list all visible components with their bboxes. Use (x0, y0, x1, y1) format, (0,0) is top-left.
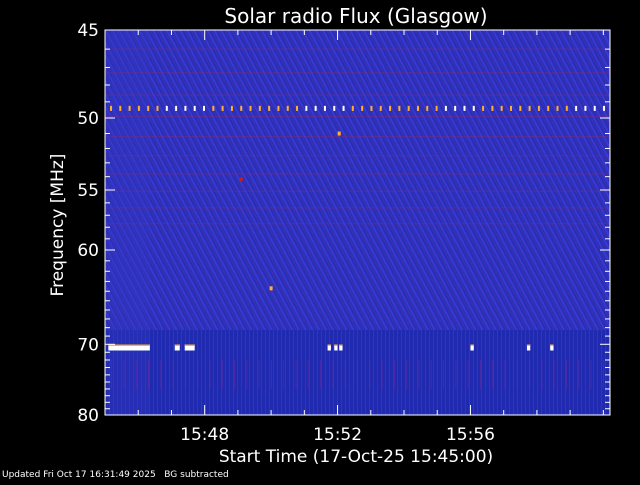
interference-dot (537, 105, 540, 111)
y-tick-label: 50 (77, 109, 99, 129)
emission-hotspot (269, 286, 273, 291)
y-tick-label: 80 (77, 406, 99, 426)
interference-dot (240, 105, 243, 111)
interference-dot (342, 105, 345, 111)
spectrogram-chart: 45 50 55 60 70 80 15:48 15:52 15:56 Solar radio … (48, 4, 611, 467)
interference-dot (482, 105, 485, 111)
interference-burst-edge (334, 344, 338, 346)
interference-dot (323, 105, 326, 111)
interference-dot (472, 105, 475, 111)
interference-dot (463, 105, 466, 111)
interference-dot (500, 105, 503, 111)
y-tick-label: 45 (77, 21, 99, 41)
interference-dot (333, 105, 336, 111)
interference-dot (147, 105, 150, 111)
interference-dot (519, 105, 522, 111)
emission-hotspot (337, 131, 341, 136)
y-tick-label: 55 (77, 181, 99, 201)
interference-burst-edge (174, 344, 180, 346)
interference-dot (212, 105, 215, 111)
interference-dot (351, 105, 354, 111)
update-timestamp: Updated Fri Oct 17 16:31:49 2025 (2, 470, 156, 480)
interference-burst-edge (339, 344, 343, 346)
interference-dot (286, 105, 289, 111)
interference-dot (454, 105, 457, 111)
interference-dot (416, 105, 419, 111)
interference-dot (426, 105, 429, 111)
footer: Updated Fri Oct 17 16:31:49 2025 BG subt… (2, 470, 229, 480)
spectrogram-figure: 45 50 55 60 70 80 15:48 15:52 15:56 Solar radio … (0, 0, 640, 480)
interference-dot (175, 105, 178, 111)
interference-burst-edge (327, 344, 331, 346)
y-tick-label: 60 (77, 241, 99, 261)
interference-dot (435, 105, 438, 111)
interference-dot (389, 105, 392, 111)
interference-dot (528, 105, 531, 111)
interference-dot (277, 105, 280, 111)
interference-dot (509, 105, 512, 111)
interference-dot (314, 105, 317, 111)
interference-dot (361, 105, 364, 111)
interference-dot (398, 105, 401, 111)
y-tick-label: 70 (77, 335, 99, 355)
interference-dot (137, 105, 140, 111)
interference-dot (193, 105, 196, 111)
interference-dot (603, 105, 606, 111)
interference-dot (296, 105, 299, 111)
interference-dot (109, 105, 112, 111)
interference-dot (268, 105, 271, 111)
interference-dot (575, 105, 578, 111)
x-tick-label: 15:52 (313, 425, 362, 445)
emission-hotspot (239, 177, 243, 182)
interference-dot (547, 105, 550, 111)
interference-dot (556, 105, 559, 111)
x-axis-label: Start Time (17-Oct-25 15:45:00) (219, 447, 493, 467)
interference-burst-edge (184, 344, 195, 346)
interference-dot (305, 105, 308, 111)
y-axis-label: Frequency [MHz] (48, 154, 68, 297)
interference-dot (370, 105, 373, 111)
spectrogram-left-edge (105, 30, 150, 415)
interference-dot (565, 105, 568, 111)
interference-dot (593, 105, 596, 111)
interference-burst-edge (550, 344, 554, 346)
interference-dot (444, 105, 447, 111)
interference-dot (128, 105, 131, 111)
interference-dot (379, 105, 382, 111)
interference-dot (407, 105, 410, 111)
interference-dot (491, 105, 494, 111)
chart-title: Solar radio Flux (Glasgow) (224, 4, 487, 28)
interference-dot (584, 105, 587, 111)
interference-dot (184, 105, 187, 111)
interference-dot (230, 105, 233, 111)
interference-dot (165, 105, 168, 111)
processing-note: BG subtracted (164, 470, 229, 480)
interference-burst-edge (470, 344, 474, 346)
interference-burst-edge (526, 344, 531, 346)
interference-dot (221, 105, 224, 111)
x-tick-label: 15:48 (180, 425, 229, 445)
plot-area (105, 30, 610, 415)
interference-dot (156, 105, 159, 111)
interference-dot (119, 105, 122, 111)
interference-dot (258, 105, 261, 111)
interference-dot (249, 105, 252, 111)
interference-dot (203, 105, 206, 111)
x-tick-label: 15:56 (446, 425, 495, 445)
